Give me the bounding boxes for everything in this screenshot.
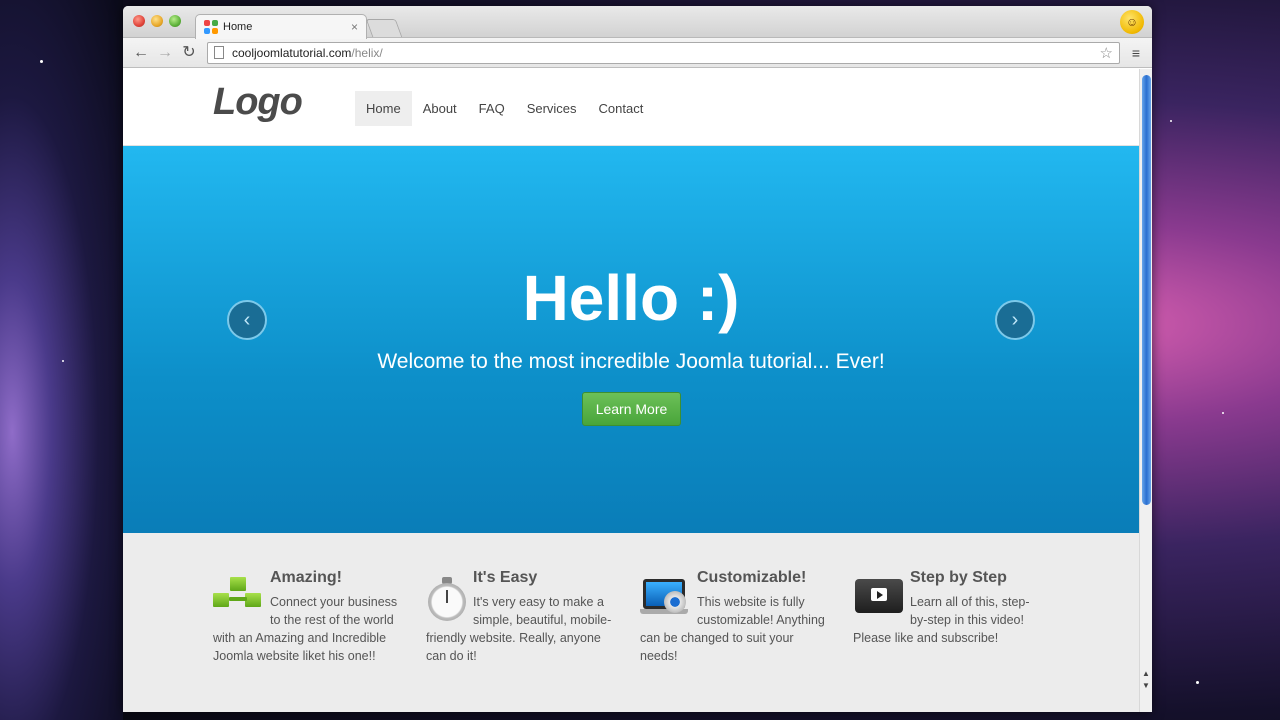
maximize-window-button[interactable] xyxy=(169,15,181,27)
hero-slider: ‹ Hello :) Welcome to the most incredibl… xyxy=(123,146,1139,533)
cubes-icon xyxy=(213,577,263,621)
desktop-star xyxy=(40,60,43,63)
browser-window: Home × ☺ ← → ↻ cooljoomlatutorial.com/he… xyxy=(123,6,1152,712)
new-tab-button[interactable] xyxy=(365,19,403,37)
tab-close-icon[interactable]: × xyxy=(351,20,358,34)
scroll-thumb[interactable] xyxy=(1142,75,1151,505)
bookmark-star-icon[interactable]: ☆ xyxy=(1100,44,1113,62)
menu-icon[interactable]: ≡ xyxy=(1126,45,1146,61)
laptop-gear-icon xyxy=(640,577,690,621)
reload-icon[interactable]: ↻ xyxy=(177,42,201,64)
nav-item-home[interactable]: Home xyxy=(355,91,412,126)
scroll-down-icon[interactable]: ▼ xyxy=(1142,681,1150,690)
nav-item-services[interactable]: Services xyxy=(516,91,588,126)
feature-step-by-step: Step by Step Learn all of this, step-by-… xyxy=(853,569,1043,647)
desktop-star xyxy=(1196,681,1199,684)
page-scrollbar[interactable]: ▲ ▼ xyxy=(1139,69,1152,712)
tab-title: Home xyxy=(223,21,253,33)
features-section: Amazing! Connect your business to the re… xyxy=(123,533,1139,712)
page-viewport: Logo Home About FAQ Services Contact ‹ H… xyxy=(123,69,1139,712)
scroll-up-icon[interactable]: ▲ xyxy=(1142,669,1150,678)
minimize-window-button[interactable] xyxy=(151,15,163,27)
site-logo[interactable]: Logo xyxy=(213,81,303,124)
hero-subtitle: Welcome to the most incredible Joomla tu… xyxy=(377,350,885,373)
close-window-button[interactable] xyxy=(133,15,145,27)
address-bar[interactable]: cooljoomlatutorial.com/helix/ ☆ xyxy=(207,41,1120,64)
desktop-star xyxy=(62,360,64,362)
feature-amazing: Amazing! Connect your business to the re… xyxy=(213,569,403,665)
back-icon[interactable]: ← xyxy=(129,42,153,64)
hero-title: Hello :) xyxy=(522,262,740,334)
url-host: cooljoomlatutorial.com xyxy=(232,45,352,60)
forward-icon[interactable]: → xyxy=(153,42,177,64)
joomla-favicon-icon xyxy=(204,20,218,34)
nav-item-about[interactable]: About xyxy=(412,91,468,126)
feature-customizable: Customizable! This website is fully cust… xyxy=(640,569,830,665)
page-icon xyxy=(214,46,224,59)
site-header: Logo Home About FAQ Services Contact xyxy=(123,69,1139,146)
profile-smiley-icon[interactable]: ☺ xyxy=(1120,10,1144,34)
url-path: /helix/ xyxy=(351,45,383,60)
nav-item-contact[interactable]: Contact xyxy=(588,91,655,126)
desktop-star xyxy=(1222,412,1224,414)
feature-easy: It's Easy It's very easy to make a simpl… xyxy=(426,569,616,665)
stopwatch-icon xyxy=(426,577,466,621)
nav-item-faq[interactable]: FAQ xyxy=(468,91,516,126)
desktop-star xyxy=(1170,120,1172,122)
learn-more-button[interactable]: Learn More xyxy=(582,392,681,426)
browser-tab-home[interactable]: Home × xyxy=(195,14,367,39)
slider-next-button[interactable]: › xyxy=(995,300,1035,340)
browser-toolbar: ← → ↻ cooljoomlatutorial.com/helix/ ☆ ≡ xyxy=(123,38,1152,68)
main-nav: Home About FAQ Services Contact xyxy=(355,91,654,126)
title-bar: Home × ☺ xyxy=(123,6,1152,39)
video-play-icon xyxy=(853,577,903,621)
